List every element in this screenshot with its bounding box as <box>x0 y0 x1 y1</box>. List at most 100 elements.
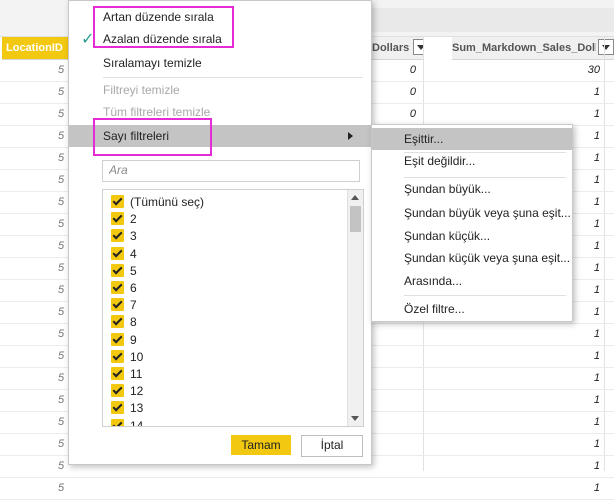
checkbox-checked-icon[interactable] <box>111 281 124 294</box>
table-cell: 1 <box>593 328 600 340</box>
table-cell: 5 <box>58 394 65 406</box>
filter-list-item-label: 5 <box>130 263 137 278</box>
filter-list-item-label: 6 <box>130 281 137 295</box>
filter-list-item-label: 4 <box>130 246 137 261</box>
row-divider <box>0 477 614 478</box>
filter-value-list: (Tümünü seç) 2 3 4 5 6 7 8 9 10 11 12 13 14 <box>102 189 364 427</box>
menu-separator <box>103 77 363 78</box>
column-header-dollars[interactable]: Dollars <box>372 37 424 60</box>
table-cell: 5 <box>58 86 65 98</box>
checkbox-checked-icon[interactable] <box>111 229 124 243</box>
table-cell: 1 <box>593 460 600 472</box>
checkbox-checked-icon[interactable] <box>111 367 124 380</box>
submenu-item-between[interactable]: Arasında... <box>372 270 572 292</box>
submenu-item-not-equals[interactable]: Eşit değildir... <box>372 150 572 172</box>
checkbox-checked-icon[interactable] <box>111 212 124 226</box>
table-cell: 5 <box>58 416 65 428</box>
column-header-location[interactable]: LocationID <box>2 37 72 60</box>
table-cell: 5 <box>58 350 65 362</box>
column-header-markdown[interactable]: Sum_Markdown_Sales_Dollars <box>452 37 602 60</box>
table-cell: 1 <box>593 394 600 406</box>
table-cell: 5 <box>58 218 65 230</box>
table-cell: 1 <box>593 86 600 98</box>
dropdown-arrow-icon[interactable] <box>598 39 614 56</box>
filter-list-item-label: 9 <box>130 332 137 347</box>
table-cell: 5 <box>58 306 65 318</box>
table-cell: 5 <box>58 482 65 494</box>
table-cell: 5 <box>58 460 65 472</box>
submenu-item-label: Şundan büyük veya şuna eşit... <box>404 206 571 220</box>
checkbox-checked-icon[interactable] <box>111 315 124 329</box>
number-filters-submenu: Eşittir... Eşit değildir... Şundan büyük… <box>371 124 573 322</box>
submenu-item-greater[interactable]: Şundan büyük... <box>372 178 572 200</box>
table-cell: 5 <box>58 108 65 120</box>
filter-list-item-label: 10 <box>130 349 144 364</box>
highlight-box <box>93 6 234 48</box>
checkbox-checked-icon[interactable] <box>111 298 124 312</box>
submenu-item-label: Eşit değildir... <box>404 154 476 168</box>
arrow-down-icon[interactable] <box>351 416 359 421</box>
column-header-label: Dollars <box>372 42 410 54</box>
cancel-button[interactable]: İptal <box>301 435 363 457</box>
search-input[interactable] <box>103 161 355 179</box>
table-cell: 5 <box>58 152 65 164</box>
table-cell: 30 <box>587 64 600 76</box>
table-cell: 5 <box>58 196 65 208</box>
checkbox-checked-icon[interactable] <box>111 401 124 415</box>
arrow-up-icon[interactable] <box>351 195 359 200</box>
checkbox-checked-icon[interactable] <box>111 384 124 398</box>
filter-list-item-label: 7 <box>130 298 137 313</box>
submenu-item-label: Arasında... <box>404 274 463 288</box>
table-cell: 5 <box>58 284 65 296</box>
checkbox-checked-icon[interactable] <box>111 263 124 277</box>
submenu-item-greater-or-equal[interactable]: Şundan büyük veya şuna eşit... <box>372 202 572 224</box>
column-header-extra[interactable] <box>596 37 614 60</box>
menu-item-clear-filter: Filtreyi temizle <box>69 79 371 101</box>
ok-button[interactable]: Tamam <box>231 435 291 455</box>
checkbox-checked-icon[interactable] <box>111 246 124 260</box>
filter-list-item-label: 2 <box>130 212 137 227</box>
submenu-item-equals[interactable]: Eşittir... <box>372 128 572 150</box>
table-cell: 5 <box>58 438 65 450</box>
table-cell: 1 <box>593 108 600 120</box>
submenu-item-label: Eşittir... <box>404 132 444 146</box>
menu-item-label: Sıralamayı temizle <box>103 56 202 70</box>
scrollbar[interactable] <box>347 190 363 426</box>
search-box[interactable] <box>102 160 360 182</box>
table-cell: 5 <box>58 130 65 142</box>
table-cell: 5 <box>58 328 65 340</box>
filter-list-item-label: 8 <box>130 315 137 330</box>
checkbox-checked-icon[interactable] <box>111 195 124 208</box>
table-cell: 1 <box>593 416 600 428</box>
submenu-item-custom[interactable]: Özel filtre... <box>372 298 572 320</box>
grid-toolbar-region <box>370 8 614 32</box>
table-cell: 1 <box>593 372 600 384</box>
submenu-item-less[interactable]: Şundan küçük... <box>372 225 572 247</box>
column-context-menu: Artan düzende sırala ✓ Azalan düzende sı… <box>68 0 372 465</box>
submenu-item-label: Şundan küçük veya şuna eşit... <box>404 251 571 265</box>
scrollbar-thumb[interactable] <box>350 206 361 232</box>
filter-list-item-label: 13 <box>130 401 144 416</box>
menu-separator <box>404 295 566 296</box>
table-cell: 5 <box>58 174 65 186</box>
table-cell: 5 <box>58 372 65 384</box>
table-cell: 1 <box>593 438 600 450</box>
submenu-item-less-or-equal[interactable]: Şundan küçük veya şuna eşit... <box>372 247 572 269</box>
highlight-box <box>93 118 212 156</box>
menu-item-clear-sort[interactable]: Sıralamayı temizle <box>69 52 371 74</box>
table-cell: 5 <box>58 240 65 252</box>
table-cell: 0 <box>409 108 416 120</box>
submenu-item-label: Şundan büyük... <box>404 182 491 196</box>
checkbox-checked-icon[interactable] <box>111 349 124 363</box>
submenu-item-label: Özel filtre... <box>404 302 465 316</box>
menu-item-label: Filtreyi temizle <box>103 83 180 97</box>
checkbox-checked-icon[interactable] <box>111 418 124 426</box>
checkbox-checked-icon[interactable] <box>111 332 124 346</box>
submenu-item-label: Şundan küçük... <box>404 229 491 243</box>
filter-list-item-label: 14 <box>130 418 144 427</box>
table-cell: 0 <box>409 86 416 98</box>
chevron-right-icon <box>348 132 353 140</box>
table-cell: 5 <box>58 262 65 274</box>
table-cell: 5 <box>58 64 65 76</box>
column-header-label: Sum_Markdown_Sales_Dollars <box>452 42 602 54</box>
